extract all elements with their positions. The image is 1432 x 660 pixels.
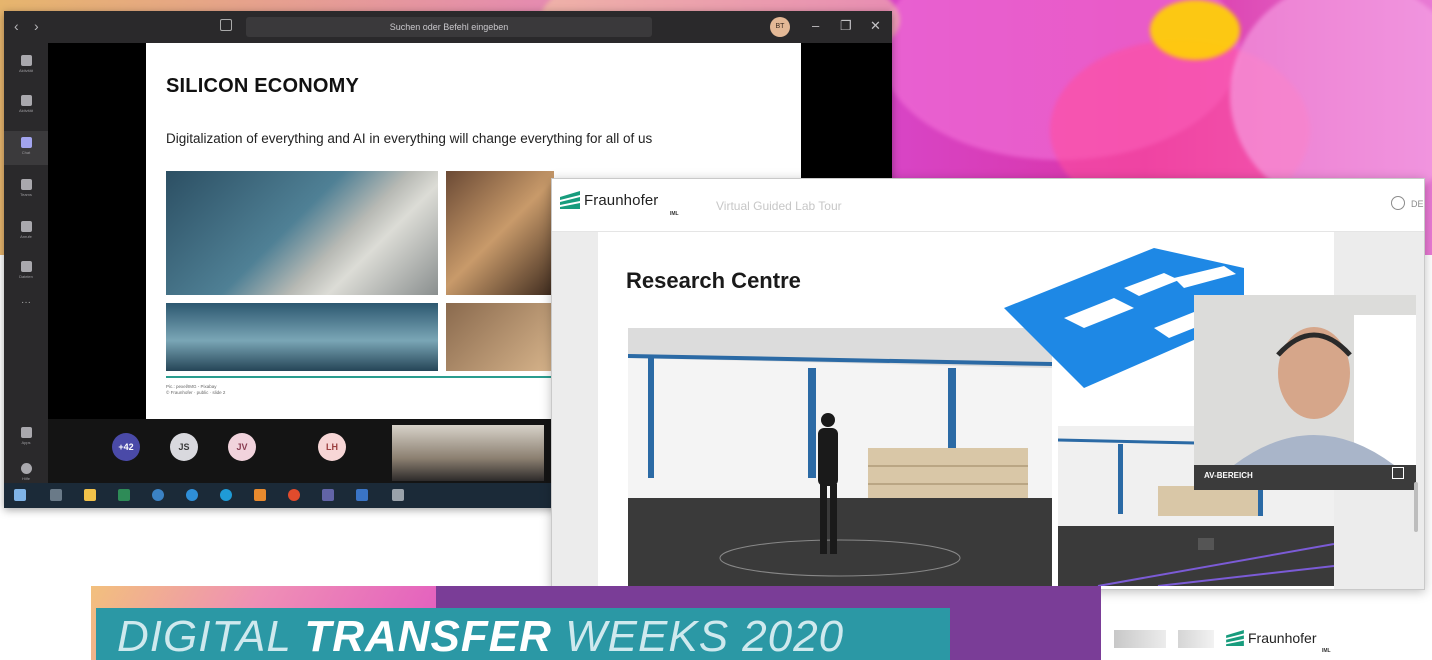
banner-word-bold: TRANSFER (304, 612, 552, 660)
rail-label: Apps (21, 440, 31, 445)
presenter-camera-overlay[interactable]: AV-BEREICH (1194, 295, 1416, 490)
participant-avatar[interactable]: JV (228, 433, 256, 461)
fraunhofer-logo-icon (560, 191, 580, 209)
minimize-button[interactable]: – (812, 18, 819, 34)
footer-logo-sub: IML (1322, 648, 1331, 654)
page-title: Research Centre (626, 268, 801, 293)
settings-app-icon[interactable] (152, 489, 164, 501)
slide-subtitle: Digitalization of everything and AI in e… (166, 131, 653, 146)
windows-start-icon[interactable] (14, 489, 26, 501)
participant-overflow-badge[interactable]: +42 (112, 433, 140, 461)
rail-label: Dateien (19, 274, 33, 279)
internet-explorer-icon[interactable] (186, 489, 198, 501)
rail-item-files[interactable]: Dateien (4, 255, 48, 289)
file-icon (20, 261, 32, 272)
participant-video-tile[interactable] (392, 425, 544, 481)
einstein-truck-image (166, 171, 438, 295)
chat-icon (20, 137, 32, 148)
tour-title: Virtual Guided Lab Tour (716, 199, 842, 213)
rail-item-chat[interactable]: Chat (4, 131, 48, 165)
rail-item-calls[interactable]: Anrufe (4, 215, 48, 249)
rail-label: Hilfe (21, 476, 30, 481)
close-button[interactable]: ✕ (870, 18, 881, 34)
rail-label: Anrufe (20, 234, 32, 239)
back-button[interactable]: ‹ (14, 19, 19, 33)
restore-button[interactable]: ❐ (840, 18, 852, 34)
partner-logo (1178, 630, 1214, 648)
teams-app-rail: Aktivität Aktivität Chat Teams Anrufe Da… (4, 43, 48, 508)
truck-grille-image (166, 303, 438, 371)
user-avatar[interactable]: BT (770, 17, 790, 37)
apps-icon (20, 427, 32, 438)
rail-item-activity[interactable]: Aktivität (4, 49, 48, 83)
edge-icon[interactable] (220, 489, 232, 501)
footer-logo-text: Fraunhofer (1248, 630, 1317, 646)
camera-label: AV-BEREICH (1204, 471, 1253, 480)
page-scrollbar[interactable] (1414, 482, 1418, 532)
browser-footer-strip: Fraunhofer IML (1100, 620, 1422, 660)
teams-search-input[interactable]: Suchen oder Befehl eingeben (246, 17, 652, 37)
app-icon[interactable] (392, 489, 404, 501)
fraunhofer-logo-sub: IML (670, 211, 679, 217)
expand-video-icon[interactable] (1392, 467, 1404, 479)
task-view-icon[interactable] (50, 489, 62, 501)
phone-icon (20, 221, 32, 232)
participant-avatar[interactable]: LH (318, 433, 346, 461)
slide-footer: Pic.: pexel/IMG - Pixabay © Fraunhofer ·… (166, 384, 225, 396)
more-icon: ··· (21, 297, 31, 308)
bell-icon (20, 95, 32, 106)
file-explorer-icon[interactable] (84, 489, 96, 501)
rail-item-more[interactable]: ··· (4, 297, 48, 331)
partner-logo (1114, 630, 1166, 648)
compose-icon[interactable] (220, 19, 232, 31)
rail-item-teams[interactable]: Teams (4, 173, 48, 207)
rail-label: Aktivität (18, 108, 33, 113)
outlook-taskbar-icon[interactable] (356, 489, 368, 501)
fraunhofer-footer-icon (1226, 630, 1244, 646)
rail-label: Teams (20, 192, 32, 197)
participant-avatar[interactable]: JS (170, 433, 198, 461)
forward-button[interactable]: › (34, 19, 39, 33)
fraunhofer-tour-window[interactable]: Fraunhofer IML Virtual Guided Lab Tour D… (551, 178, 1425, 590)
outlook-icon[interactable] (254, 489, 266, 501)
rail-item-apps[interactable]: Apps (4, 421, 48, 455)
presenter-video (1194, 295, 1416, 465)
rail-label: Aktivität (18, 68, 33, 73)
rail-label: Chat (21, 150, 31, 155)
slide-title: SILICON ECONOMY (166, 75, 360, 97)
location-icon (20, 55, 32, 66)
research-hall-photo (628, 328, 1052, 586)
finance-app-icon[interactable] (118, 489, 130, 501)
banner-word: DIGITAL (117, 612, 292, 660)
banner-word: WEEKS 2020 (565, 612, 845, 660)
wood-image (446, 303, 554, 371)
help-icon (20, 463, 32, 474)
teams-taskbar-icon[interactable] (322, 489, 334, 501)
fraunhofer-logo-text[interactable]: Fraunhofer (584, 192, 658, 209)
globe-icon[interactable] (1391, 196, 1405, 210)
teams-title-bar: ‹ › Suchen oder Befehl eingeben BT – ❐ ✕ (4, 11, 892, 43)
banner-title: DIGITAL TRANSFER WEEKS 2020 (117, 612, 844, 660)
chrome-icon[interactable] (288, 489, 300, 501)
fraunhofer-content: Research Centre AV-BEREICH (552, 232, 1424, 589)
fraunhofer-header: Fraunhofer IML Virtual Guided Lab Tour D… (552, 179, 1424, 232)
slide-footer-line: © Fraunhofer · public · slide 2 (166, 390, 226, 395)
language-switch[interactable]: DE (1411, 199, 1424, 209)
instruments-image (446, 171, 554, 295)
teams-icon (20, 179, 32, 190)
digital-transfer-weeks-banner: DIGITAL TRANSFER WEEKS 2020 (91, 586, 1101, 660)
rail-item-notifications[interactable]: Aktivität (4, 89, 48, 123)
